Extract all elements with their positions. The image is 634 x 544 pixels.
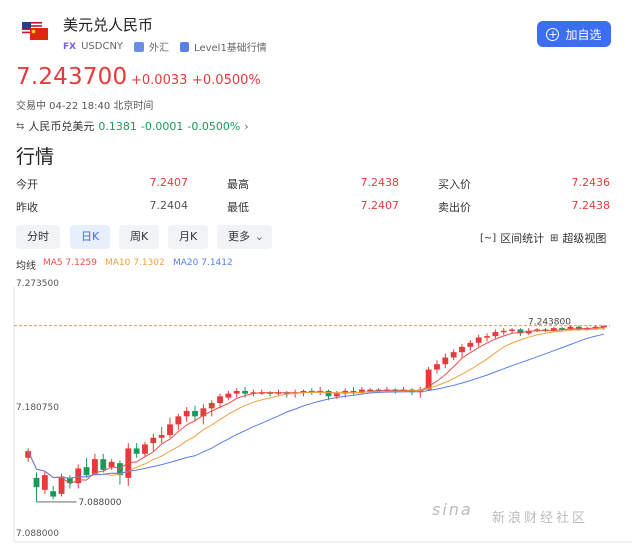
candle-body: [208, 402, 215, 409]
last-price-label: 7.243800: [528, 318, 571, 328]
candle-body: [242, 390, 249, 394]
candle-body: [500, 330, 507, 333]
range-icon: [~]: [480, 232, 497, 244]
candle-body: [158, 435, 165, 438]
candle-body: [167, 424, 173, 436]
stat-high-value: 7.2438: [360, 176, 400, 189]
ma5-value: MA5 7.1259: [43, 258, 97, 268]
candle-body: [100, 459, 107, 470]
candle-body: [459, 346, 465, 353]
stat-high-label: 最高: [227, 178, 249, 191]
stat-open-value: 7.2407: [149, 176, 189, 189]
stat-prevclose-label: 昨收: [16, 201, 38, 214]
y-tick-label: 7.273500: [16, 279, 59, 289]
candle-body: [41, 475, 48, 490]
candle-body: [442, 357, 449, 365]
candle-body: [467, 342, 474, 347]
candle-body: [333, 393, 340, 397]
plus-icon: +: [546, 27, 560, 41]
tab-more[interactable]: 更多 ⌄: [217, 225, 272, 249]
stat-bid-label: 买入价: [438, 178, 471, 191]
candle-body: [492, 332, 499, 337]
candle-body: [325, 390, 332, 397]
candle-body: [450, 352, 457, 358]
candle-body: [475, 337, 482, 343]
y-tick-label: 7.088000: [16, 529, 59, 539]
price-change: +0.0033: [131, 73, 188, 88]
range-stats-label: 区间统计: [500, 232, 545, 245]
ma5-line: [27, 326, 604, 485]
candle-body: [142, 444, 148, 454]
candle-body: [233, 390, 240, 394]
candle-body: [192, 411, 198, 417]
tab-monthly-k[interactable]: 月K: [168, 225, 209, 249]
reverse-price: 0.1381: [98, 119, 137, 133]
forex-icon: [134, 41, 145, 52]
range-stats-button[interactable]: [~] 区间统计: [480, 230, 544, 246]
us-cn-flag-icon: [22, 22, 48, 40]
add-watchlist-button[interactable]: + 加自选: [537, 21, 611, 47]
current-price: 7.243700: [16, 64, 128, 90]
category-label: 外汇: [149, 43, 170, 54]
chevron-right-icon: ›: [244, 119, 249, 133]
sina-logo: sina: [432, 500, 473, 519]
super-view-button[interactable]: ⊞ 超级视图: [550, 230, 606, 246]
candle-body: [225, 393, 232, 398]
add-watchlist-label: 加自选: [565, 27, 602, 42]
candle-body: [150, 437, 157, 444]
level-label: Level1基础行情: [194, 43, 267, 54]
candle-body: [83, 467, 90, 476]
candle-body: [484, 336, 490, 338]
market-heading: 行情: [16, 146, 55, 168]
stat-ask-value: 7.2438: [571, 199, 611, 212]
tab-weekly-k[interactable]: 周K: [119, 225, 160, 249]
candle-body: [509, 329, 515, 331]
fx-badge: FX: [63, 41, 77, 52]
stat-open-label: 今开: [16, 178, 38, 191]
ma20-value: MA20 7.1412: [173, 258, 233, 268]
low-marker-label: 7.088000: [79, 498, 122, 508]
candlestick-chart[interactable]: 7.273500 7.180750 7.088000 7.243800 7.088000: [0, 274, 634, 544]
candle-body: [175, 416, 182, 425]
ma10-line: [27, 328, 604, 479]
reverse-change: -0.0001: [140, 119, 184, 133]
candle-body: [133, 448, 140, 454]
stat-low-value: 7.2407: [360, 199, 400, 212]
stat-prevclose-value: 7.2404: [149, 199, 189, 212]
chevron-down-icon: ⌄: [254, 230, 264, 243]
stat-bid-value: 7.2436: [571, 176, 611, 189]
y-tick-label: 7.180750: [16, 403, 59, 413]
super-view-icon: ⊞: [550, 232, 559, 244]
ma10-value: MA10 7.1302: [105, 258, 165, 268]
symbol-row: FX USDCNY 外汇 Level1基础行情: [63, 39, 267, 54]
candle-body: [217, 396, 223, 403]
reverse-pct: -0.0500%: [187, 119, 241, 133]
candle-body: [108, 461, 115, 468]
ma20-line: [27, 333, 604, 479]
price-change-pct: +0.0500%: [192, 73, 261, 88]
pair-title: 美元兑人民币: [63, 16, 154, 34]
symbol-code: USDCNY: [81, 41, 124, 52]
tab-more-label: 更多: [228, 230, 250, 243]
candle-body: [91, 459, 98, 474]
trading-status: 交易中 04-22 18:40 北京时间: [16, 101, 154, 112]
ma-label: 均线: [16, 261, 36, 272]
stat-low-label: 最低: [227, 201, 249, 214]
candle-body: [33, 477, 40, 488]
candle-body: [434, 364, 440, 370]
stat-ask-label: 卖出价: [438, 201, 471, 214]
candle-body: [50, 491, 57, 497]
super-view-label: 超级视图: [562, 232, 607, 245]
reverse-rate-row[interactable]: ⇆ 人民币兑美元 0.1381 -0.0001 -0.0500% ›: [16, 118, 249, 134]
candle-body: [183, 411, 190, 417]
reverse-label: 人民币兑美元: [28, 120, 95, 133]
watermark-text: 新浪财经社区: [492, 511, 589, 526]
level-icon: [180, 41, 190, 52]
swap-icon: ⇆: [16, 120, 25, 132]
tab-daily-k[interactable]: 日K: [70, 225, 111, 249]
tab-intraday[interactable]: 分时: [16, 225, 60, 249]
